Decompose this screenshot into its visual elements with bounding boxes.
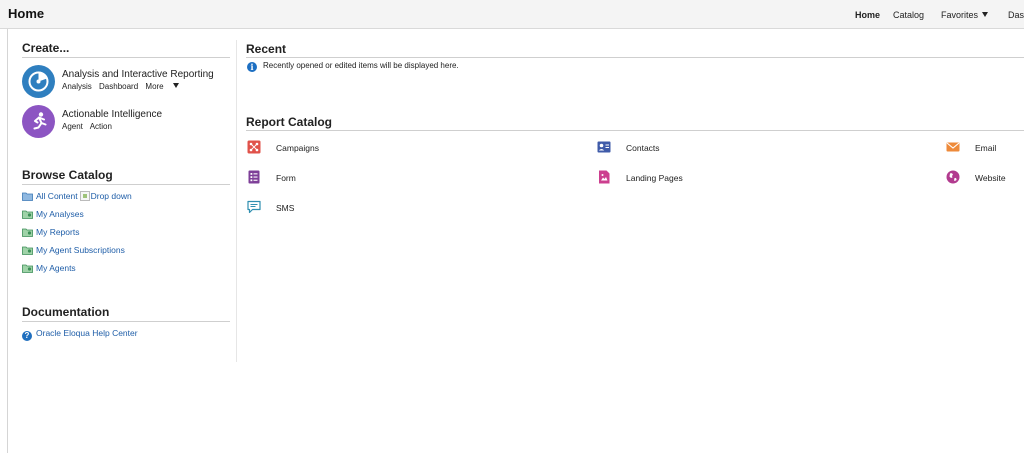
create-analysis-link[interactable]: Analysis: [62, 82, 92, 91]
folder-user-icon: [22, 210, 33, 219]
browse-title: Browse Catalog: [22, 168, 113, 182]
chevron-down-icon: [172, 83, 179, 88]
globe-icon: [946, 170, 960, 184]
browse-my-reports-label: My Reports: [36, 227, 80, 237]
create-more-label: More: [145, 82, 164, 91]
catalog-form-label: Form: [276, 173, 296, 183]
nav-favorites-label: Favorites: [941, 10, 979, 20]
recent-message-text: Recently opened or edited items will be …: [263, 61, 459, 70]
recent-message: i Recently opened or edited items will be…: [247, 61, 459, 72]
create-title: Create...: [22, 41, 70, 55]
create-intelligence-links: Agent Action: [62, 122, 117, 131]
create-more-menu[interactable]: More: [145, 82, 183, 91]
catalog-contacts-label: Contacts: [626, 143, 660, 153]
nav-favorites[interactable]: Favorites: [941, 10, 989, 20]
catalog-sms-label: SMS: [276, 203, 295, 213]
documentation-title: Documentation: [22, 305, 110, 319]
dropdown-alt-text[interactable]: Drop down: [91, 191, 132, 201]
doc-help-center[interactable]: ? Oracle Eloqua Help Center: [22, 328, 138, 341]
report-catalog-title: Report Catalog: [246, 115, 333, 129]
page-border: [7, 29, 8, 453]
browse-rule: [22, 184, 230, 185]
documentation-rule: [22, 321, 230, 322]
browse-my-agents[interactable]: My Agents: [22, 263, 76, 275]
create-action-link[interactable]: Action: [90, 122, 112, 131]
browse-all-content-label: All Content: [36, 191, 78, 201]
create-rule: [22, 57, 230, 58]
nav-catalog[interactable]: Catalog: [893, 10, 924, 20]
column-divider: [236, 40, 237, 362]
create-dashboard-link[interactable]: Dashboard: [99, 82, 138, 91]
form-icon: [248, 170, 260, 184]
folder-user-icon: [22, 228, 33, 237]
analysis-icon[interactable]: [22, 65, 55, 98]
browse-my-analyses[interactable]: My Analyses: [22, 209, 84, 221]
recent-rule: [246, 57, 1024, 58]
create-intelligence-name: Actionable Intelligence: [62, 109, 163, 120]
catalog-email-label: Email: [975, 143, 997, 153]
folder-icon: [22, 192, 33, 201]
catalog-website-label: Website: [975, 173, 1006, 183]
image-placeholder-icon[interactable]: [79, 191, 90, 201]
create-analysis-links: Analysis Dashboard More: [62, 82, 189, 91]
landing-pages-icon: [599, 170, 610, 184]
create-analysis-name: Analysis and Interactive Reporting: [62, 69, 214, 80]
nav-dashboards[interactable]: Das: [1008, 10, 1024, 20]
top-bar: Home Home Catalog Favorites Das: [0, 0, 1024, 29]
help-icon: ?: [22, 331, 32, 341]
email-icon: [946, 142, 960, 152]
create-agent-link[interactable]: Agent: [62, 122, 83, 131]
campaigns-icon: [247, 140, 261, 154]
catalog-landing-pages-label: Landing Pages: [626, 173, 683, 183]
runner-icon[interactable]: [22, 105, 55, 138]
page-title: Home: [8, 6, 45, 21]
browse-my-agent-subscriptions-label: My Agent Subscriptions: [36, 245, 125, 255]
chevron-down-icon: [982, 12, 989, 17]
catalog-campaigns-label: Campaigns: [276, 143, 319, 153]
browse-my-analyses-label: My Analyses: [36, 209, 84, 219]
chat-bubble-icon: [247, 200, 261, 214]
browse-my-agent-subscriptions[interactable]: My Agent Subscriptions: [22, 245, 125, 257]
contacts-icon: [597, 141, 611, 153]
recent-title: Recent: [246, 42, 287, 56]
browse-my-agents-label: My Agents: [36, 263, 76, 273]
folder-user-icon: [22, 246, 33, 255]
nav-home[interactable]: Home: [855, 10, 880, 20]
info-icon: i: [247, 62, 257, 72]
folder-user-icon: [22, 264, 33, 273]
report-catalog-rule: [246, 130, 1024, 131]
doc-help-center-label: Oracle Eloqua Help Center: [36, 328, 138, 338]
browse-my-reports[interactable]: My Reports: [22, 227, 79, 239]
browse-all-content[interactable]: All Content Drop down: [22, 191, 132, 203]
